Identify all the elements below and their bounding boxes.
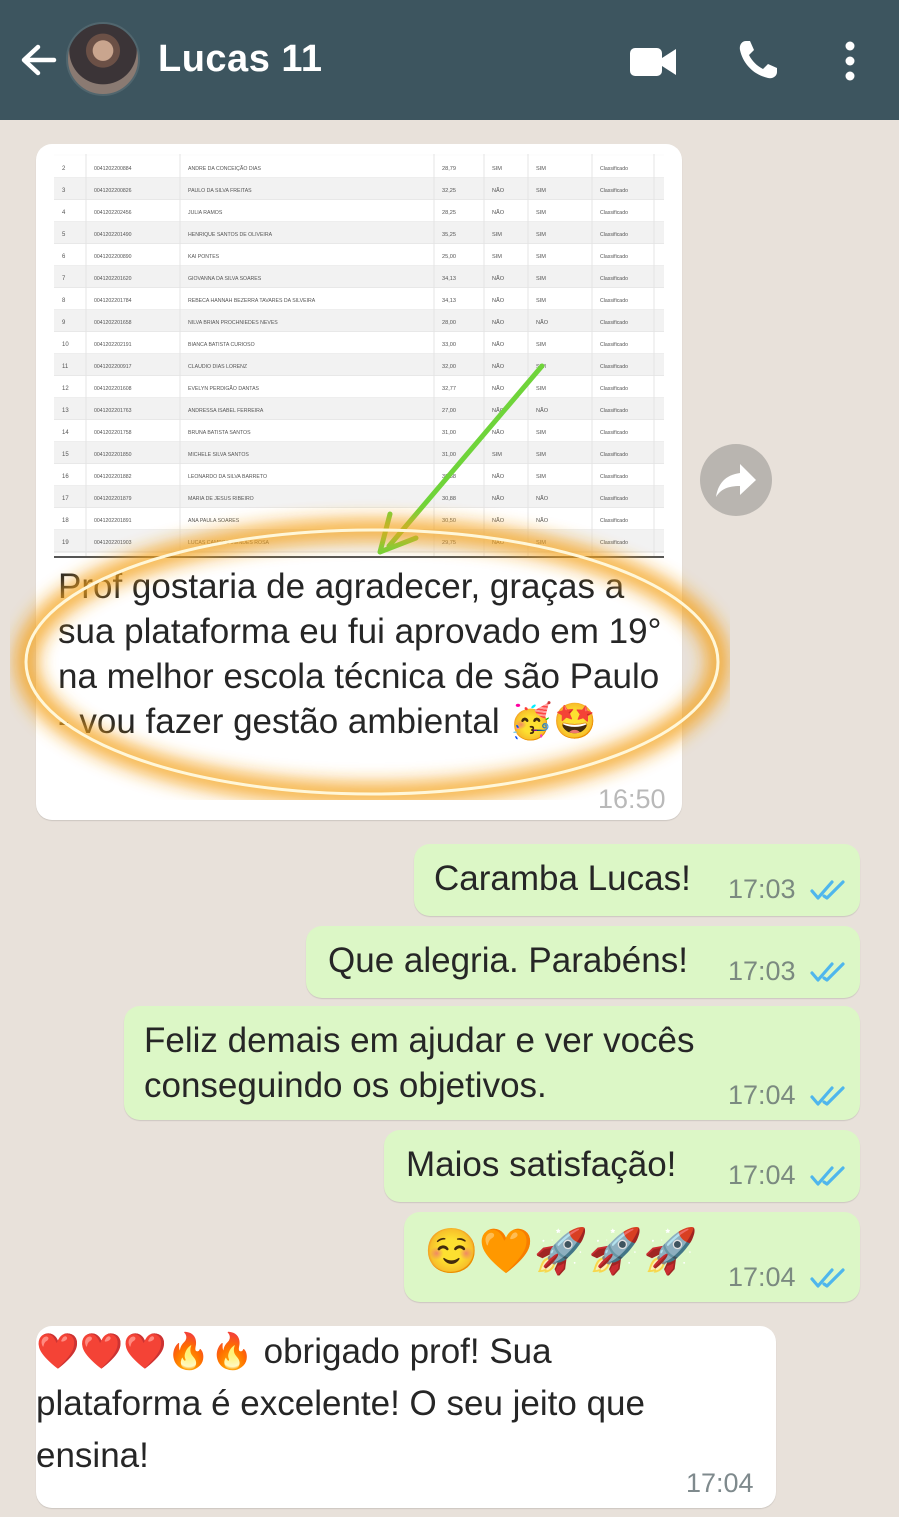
arrow-left-icon[interactable] (18, 40, 58, 80)
double-check-icon (810, 880, 845, 900)
message-text: Prof gostaria de agradecer, graças a sua… (58, 567, 662, 741)
message-text: Que alegria. Parabéns! (328, 941, 688, 980)
outgoing-message[interactable]: Maios satisfação! 17:04 (384, 1130, 860, 1202)
chat-area[interactable]: 2 0041202200884 ANDRE DA CONCEIÇÃO DIAS 28,… (0, 120, 899, 1517)
outgoing-message[interactable]: Feliz demais em ajudar e ver vocês conse… (124, 1006, 860, 1120)
contact-name[interactable]: Lucas 11 (158, 38, 323, 81)
message-text: Caramba Lucas! (434, 859, 691, 898)
message-time: 17:04 (728, 1080, 796, 1110)
chat-header: Lucas 11 (0, 0, 899, 120)
message-time: 17:03 (728, 956, 796, 986)
video-camera-icon[interactable] (628, 44, 678, 80)
contact-avatar[interactable] (66, 22, 140, 96)
incoming-message[interactable]: ❤️❤️❤️🔥🔥 obrigado prof! Sua plataforma é… (36, 1326, 776, 1508)
attached-image-results-table[interactable]: 2 0041202200884 ANDRE DA CONCEIÇÃO DIAS 28,… (54, 154, 664, 558)
double-check-icon (810, 1268, 845, 1288)
message-time: 17:04 (686, 1468, 754, 1498)
phone-icon[interactable] (736, 38, 780, 82)
incoming-message[interactable]: 2 0041202200884 ANDRE DA CONCEIÇÃO DIAS 28,… (36, 144, 682, 820)
message-time: 17:04 (728, 1262, 796, 1292)
message-text: ❤️❤️❤️🔥🔥 obrigado prof! Sua plataforma é… (36, 1332, 645, 1475)
outgoing-message[interactable]: Caramba Lucas! 17:03 (414, 844, 860, 916)
double-check-icon (810, 1086, 845, 1106)
outgoing-message[interactable]: ☺️🧡🚀🚀🚀 17:04 (404, 1212, 860, 1302)
more-vertical-icon[interactable] (838, 38, 862, 84)
forward-arrow-icon (716, 464, 756, 497)
outgoing-message[interactable]: Que alegria. Parabéns! 17:03 (306, 926, 860, 998)
forward-button[interactable] (700, 444, 772, 516)
message-time: 17:04 (728, 1160, 796, 1190)
message-text: Feliz demais em ajudar e ver vocês conse… (144, 1021, 695, 1105)
double-check-icon (810, 962, 845, 982)
green-arrow-icon (377, 363, 545, 555)
message-text: Maios satisfação! (406, 1145, 677, 1184)
message-emoji: ☺️🧡🚀🚀🚀 (424, 1227, 698, 1276)
double-check-icon (810, 1166, 845, 1186)
message-time: 17:03 (728, 874, 796, 904)
message-time: 16:50 (598, 784, 666, 814)
